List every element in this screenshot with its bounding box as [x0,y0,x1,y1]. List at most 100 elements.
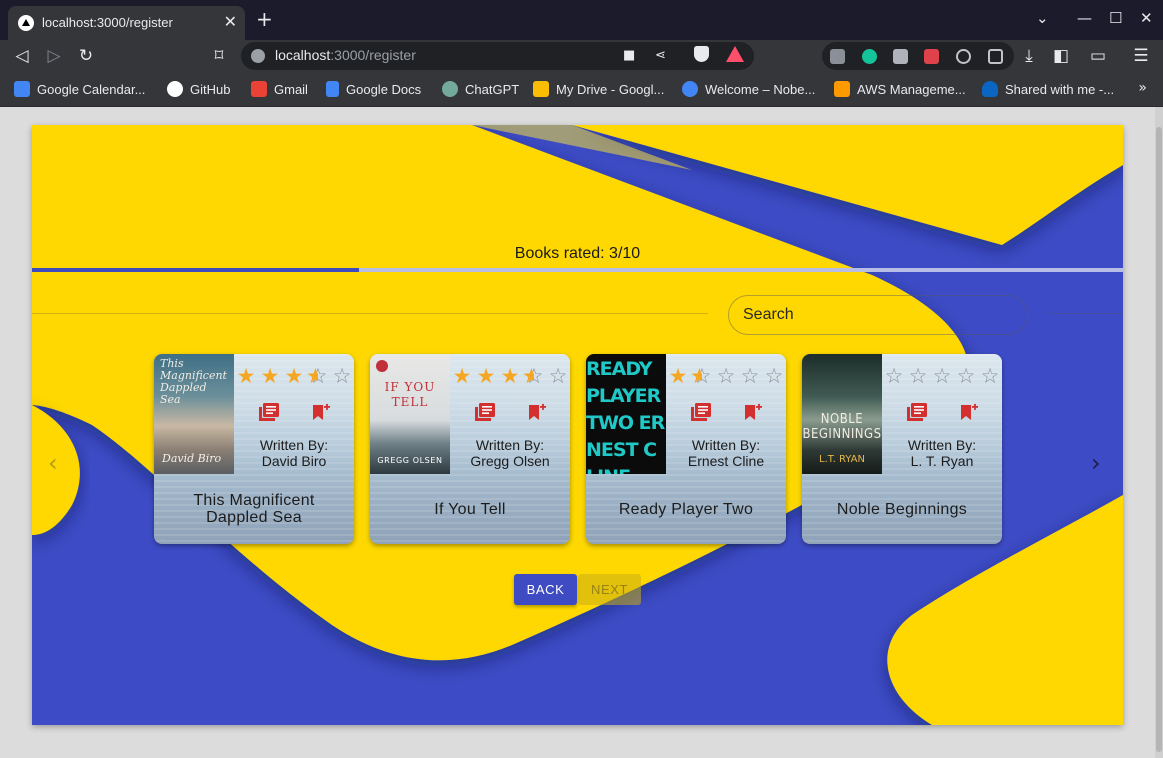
bookmark-welcome[interactable]: Welcome – Nobe... [682,80,815,98]
star-icon[interactable]: ☆ ★ [522,365,546,387]
page-scrollbar[interactable] [1155,107,1163,758]
register-book-rating-panel: Books rated: 3/10 ‹ › This Magnificent D… [32,125,1123,725]
star-icon[interactable]: ☆ [546,365,570,387]
star-icon[interactable]: ☆ [738,365,762,387]
cover-author-text: GREGG OLSEN [377,456,443,465]
cover-title-text: READY PLAYER TWO ERNEST CLINE [586,358,665,474]
star-icon[interactable]: ★ [498,365,522,387]
site-info-icon[interactable] [251,49,265,63]
carousel-prev-icon[interactable]: ‹ [48,451,58,475]
camera-icon[interactable]: ■ [623,48,635,63]
book-title: Noble Beginnings [836,500,968,518]
star-icon[interactable]: ☆ [330,365,354,387]
book-card[interactable]: IF YOU TELL GREGG OLSEN ★ ★ ★ ☆ ★ ☆ Written B… [370,354,570,544]
bookmark-github[interactable]: GitHub [167,80,230,98]
grammarly-icon[interactable] [862,49,877,64]
book-card[interactable]: This Magnificent Dappled Sea David Biro … [154,354,354,544]
carousel-next-icon[interactable]: › [1091,451,1101,475]
next-button[interactable]: NEXT [578,574,641,605]
forward-arrow-icon[interactable]: ▷ [43,45,65,67]
search-input[interactable] [728,295,1028,335]
star-rating[interactable]: ★ ☆ ★ ☆ ☆ ☆ [666,365,786,387]
star-icon[interactable]: ☆ [954,365,978,387]
wallet-icon[interactable]: ▭ [1087,45,1109,67]
reload-icon[interactable]: ↻ [75,45,97,67]
extension-bug-icon[interactable] [924,49,939,64]
add-to-library-icon[interactable] [691,403,711,421]
cover-title-text: This Magnificent Dappled Sea [160,357,227,406]
bookmark-gmail[interactable]: Gmail [251,80,308,98]
star-icon[interactable]: ☆ [762,365,786,387]
sidebar-icon[interactable]: ◧ [1050,45,1072,67]
url-text[interactable]: localhost:3000/register [275,47,416,63]
star-icon[interactable]: ★ [450,365,474,387]
star-icon[interactable]: ★ [474,365,498,387]
bookmark-add-icon[interactable] [743,403,763,421]
maximize-icon[interactable]: ☐ [1109,9,1122,27]
bookmark-google-docs[interactable]: Google Docs [326,80,421,98]
book-cover-image: READY PLAYER TWO ERNEST CLINE [586,354,666,474]
star-icon[interactable]: ☆ [906,365,930,387]
close-window-icon[interactable]: ✕ [1140,9,1153,27]
extensions-puzzle-icon[interactable] [988,49,1003,64]
add-to-library-icon[interactable] [475,403,495,421]
star-icon[interactable]: ☆ [714,365,738,387]
bookmark-aws[interactable]: AWS Manageme... [834,80,966,98]
bookmark-chatgpt[interactable]: ChatGPT [442,80,519,98]
bookmark-google-calendar[interactable]: Google Calendar... [14,80,145,98]
bookmarks-overflow-icon[interactable]: » [1138,80,1147,96]
book-author: Written By: Gregg Olsen [470,437,550,469]
close-tab-icon[interactable]: ✕ [224,12,237,31]
book-author: Written By: L. T. Ryan [907,437,977,469]
drive-icon [533,81,549,97]
tab-list-chevron-icon[interactable]: ⌄ [1036,9,1049,27]
minimize-icon[interactable]: — [1077,9,1092,27]
downloads-icon[interactable]: ⤓ [1018,45,1040,67]
bookmark-add-icon[interactable] [959,403,979,421]
search-divider-right [1048,313,1123,314]
docs-icon [326,81,339,97]
compass-icon[interactable] [956,49,971,64]
bookmark-my-drive[interactable]: My Drive - Googl... [533,80,664,98]
star-icon[interactable]: ★ [258,365,282,387]
scrollbar-thumb[interactable] [1156,127,1162,752]
browser-toolbar: ◁ ▷ ↻ ⌑ localhost:3000/register ■ ⋖ ⤓ ◧ … [0,40,1163,72]
brave-rewards-icon[interactable] [726,46,744,62]
add-to-library-icon[interactable] [907,403,927,421]
browser-tab[interactable]: localhost:3000/register ✕ [8,6,245,40]
star-icon[interactable]: ☆ ★ [306,365,330,387]
bookmark-add-icon[interactable] [527,403,547,421]
star-rating[interactable]: ☆ ☆ ☆ ☆ ☆ [882,365,1002,387]
star-icon[interactable]: ★ [666,365,690,387]
star-rating[interactable]: ★ ★ ★ ☆ ★ ☆ [234,365,354,387]
book-card[interactable]: NOBLE BEGINNINGS L.T. RYAN ☆ ☆ ☆ ☆ ☆ Written… [802,354,1002,544]
aws-icon [834,81,850,97]
add-to-library-icon[interactable] [259,403,279,421]
star-icon[interactable]: ☆ [978,365,1002,387]
bookmark-page-icon[interactable]: ⌑ [208,45,230,67]
bookmarks-bar: Google Calendar... GitHub Gmail Google D… [0,72,1163,107]
brave-shields-icon[interactable] [694,46,709,62]
back-button[interactable]: BACK [514,574,577,605]
bookmark-add-icon[interactable] [311,403,331,421]
book-card[interactable]: READY PLAYER TWO ERNEST CLINE ★☆★☆☆☆ Wri… [586,354,786,544]
star-icon[interactable]: ☆ [882,365,906,387]
extensions-area [822,42,1014,70]
book-author: Written By: Ernest Cline [687,437,765,469]
book-title: Ready Player Two [618,500,754,518]
site-favicon-icon [18,15,34,31]
back-arrow-icon[interactable]: ◁ [11,45,33,67]
new-tab-icon[interactable]: + [256,9,273,29]
star-icon[interactable]: ★ [234,365,258,387]
star-icon[interactable]: ☆ ★ [690,365,714,387]
star-icon[interactable]: ☆ [930,365,954,387]
star-icon[interactable]: ★ [282,365,306,387]
cover-title-text: NOBLE BEGINNINGS [802,412,882,442]
star-rating[interactable]: ★ ★ ★ ☆ ★ ☆ [450,365,570,387]
menu-icon[interactable]: ☰ [1130,45,1152,67]
address-bar[interactable]: localhost:3000/register ■ ⋖ [241,42,754,70]
bookmark-shared-with-me[interactable]: Shared with me -... [982,80,1114,98]
extension-copy-icon[interactable] [830,49,845,64]
share-icon[interactable]: ⋖ [655,48,666,63]
extension-script-icon[interactable] [893,49,908,64]
